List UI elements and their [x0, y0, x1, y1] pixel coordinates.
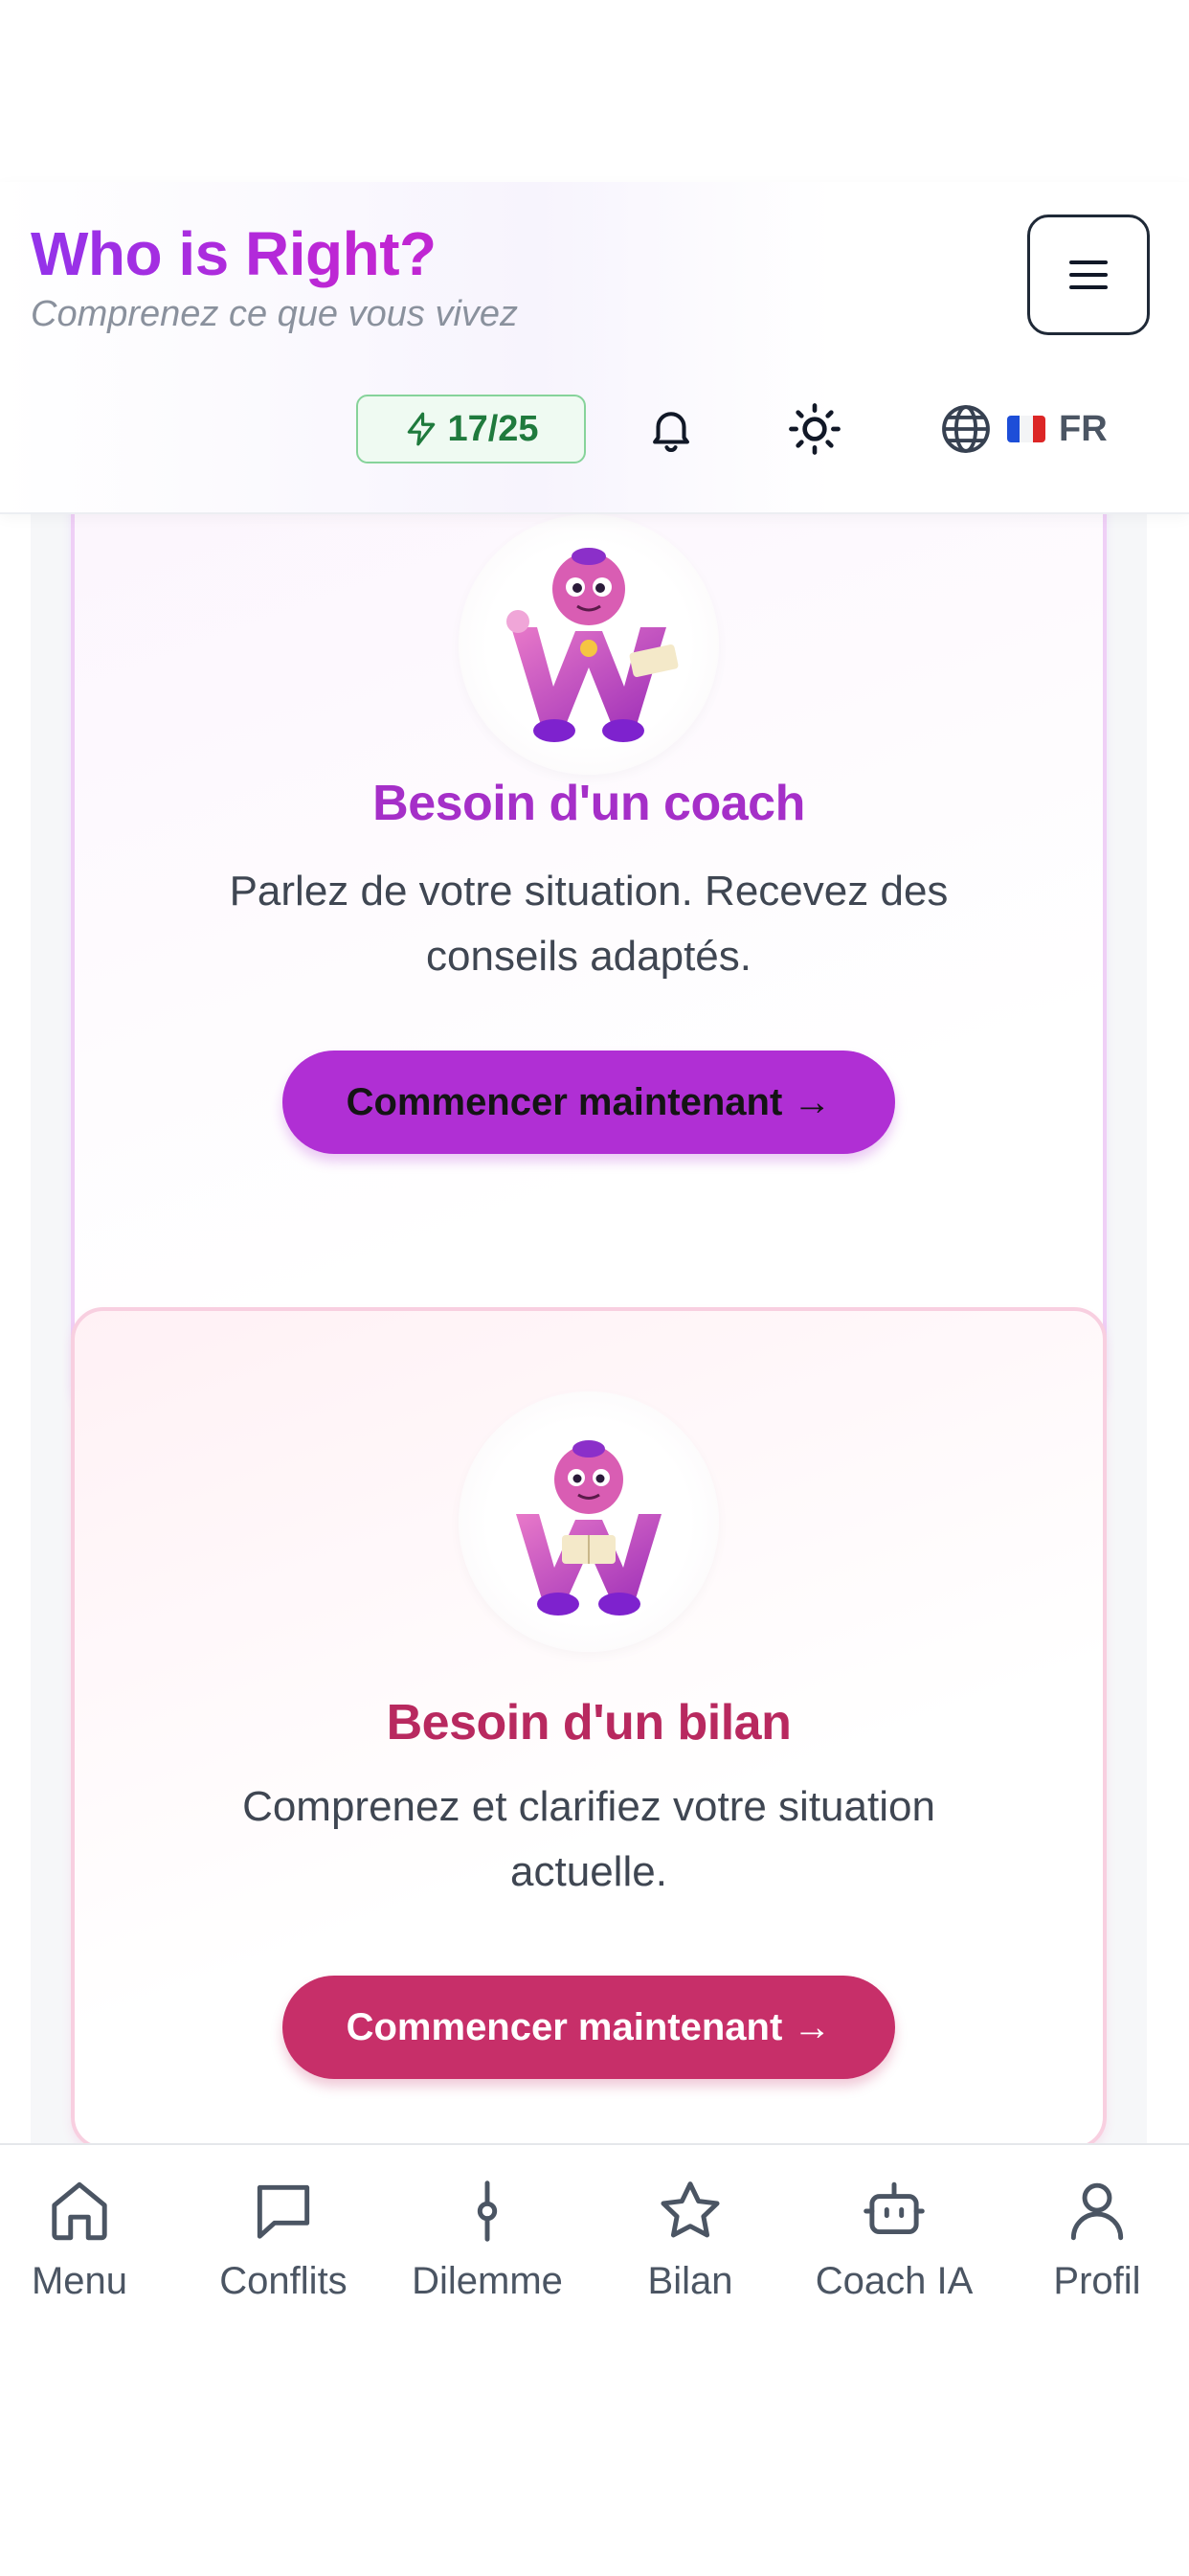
nav-item-menu[interactable]: Menu — [0, 2176, 175, 2303]
bilan-start-button[interactable]: Commencer maintenant → — [282, 1976, 895, 2079]
main-content: Besoin d'un coach Parlez de votre situat… — [31, 512, 1147, 2145]
mascot-bilan-image — [459, 1391, 719, 1652]
lightning-icon — [408, 412, 436, 446]
bell-icon — [653, 412, 689, 452]
french-flag — [1007, 416, 1045, 442]
user-icon — [1070, 2182, 1124, 2241]
credits-count: 17/25 — [447, 408, 539, 449]
star-icon — [661, 2181, 720, 2238]
home-icon — [52, 2181, 107, 2241]
credits-badge[interactable]: 17/25 — [356, 395, 586, 463]
nav-item-conflits[interactable]: Conflits — [188, 2176, 379, 2303]
coach-card-title: Besoin d'un coach — [372, 776, 805, 831]
app-subtitle: Comprenez ce que vous vivez — [31, 294, 519, 334]
scale-icon — [477, 2181, 498, 2242]
bottom-navigation: Menu Conflits Dilemme Bilan Coach IA Pro… — [0, 2143, 1189, 2576]
nav-label-menu: Menu — [31, 2260, 128, 2302]
notifications-button[interactable] — [637, 395, 706, 463]
robot-icon — [864, 2181, 925, 2235]
bilan-card-description: Comprenez et clarifiez votre situation a… — [242, 1783, 935, 1895]
mascot-coach-image — [459, 514, 719, 775]
hamburger-icon — [1069, 260, 1108, 289]
nav-label-coach-ia: Coach IA — [815, 2260, 974, 2302]
menu-button[interactable] — [1027, 215, 1150, 335]
sun-icon — [789, 403, 841, 455]
bilan-card: Besoin d'un bilan Comprenez et clarifiez… — [71, 1307, 1107, 2145]
nav-item-dilemme[interactable]: Dilemme — [392, 2176, 583, 2303]
chat-icon — [257, 2184, 310, 2239]
language-code: FR — [1059, 408, 1108, 449]
bilan-card-title: Besoin d'un bilan — [386, 1695, 792, 1751]
globe-icon — [942, 405, 990, 453]
nav-label-profil: Profil — [1053, 2260, 1141, 2302]
nav-label-bilan: Bilan — [647, 2260, 733, 2302]
nav-item-profil[interactable]: Profil — [1001, 2176, 1189, 2303]
coach-card-description: Parlez de votre situation. Recevez des c… — [229, 868, 949, 980]
app-title: Who is Right? — [31, 219, 437, 288]
theme-toggle[interactable] — [780, 395, 849, 463]
nav-item-bilan[interactable]: Bilan — [594, 2176, 786, 2303]
nav-label-conflits: Conflits — [219, 2260, 348, 2302]
coach-start-button[interactable]: Commencer maintenant → — [282, 1051, 895, 1154]
coach-card: Besoin d'un coach Parlez de votre situat… — [71, 512, 1107, 1412]
app-header: Who is Right? Comprenez ce que vous vive… — [0, 182, 1189, 514]
language-selector[interactable]: FR — [938, 395, 1108, 463]
nav-label-dilemme: Dilemme — [412, 2260, 563, 2302]
nav-item-coach-ia[interactable]: Coach IA — [798, 2176, 990, 2303]
